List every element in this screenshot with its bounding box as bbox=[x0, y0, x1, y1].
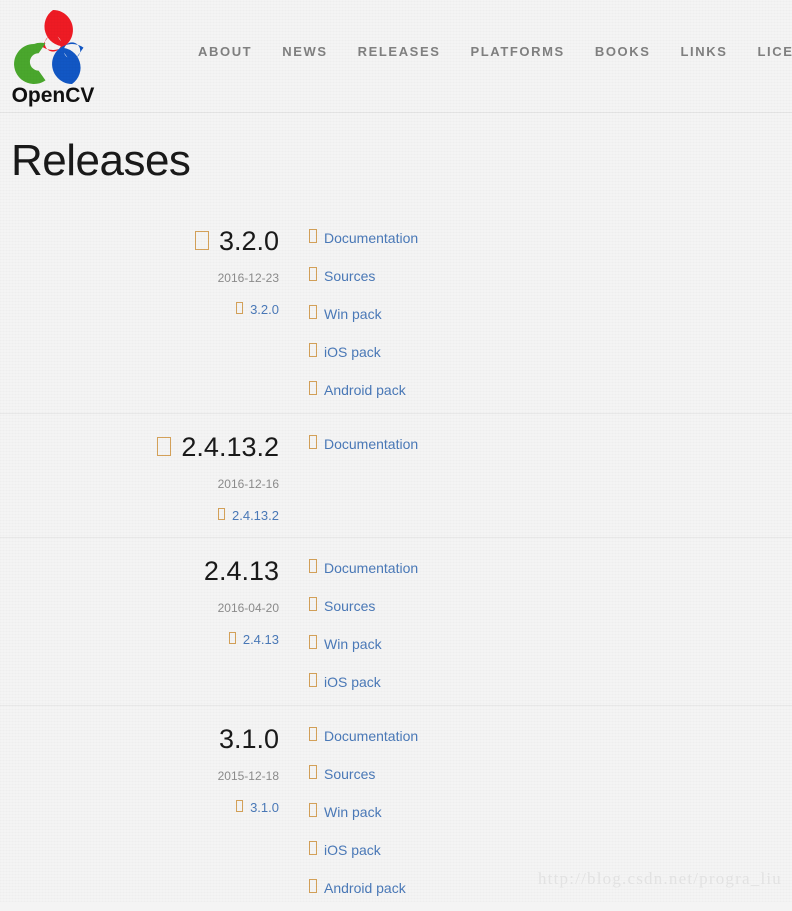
release-tag-link[interactable]: 3.2.0 bbox=[250, 302, 279, 317]
download-link-item: Sources bbox=[309, 597, 792, 613]
release-tag: 3.1.0 bbox=[0, 800, 279, 815]
download-icon bbox=[309, 765, 317, 779]
download-link-item: Documentation bbox=[309, 229, 792, 245]
download-link[interactable]: Documentation bbox=[324, 728, 418, 744]
release-version: 2.4.13 bbox=[0, 556, 279, 587]
download-link-item: iOS pack bbox=[309, 841, 792, 857]
release-version-icon bbox=[157, 437, 171, 456]
nav-item-license[interactable]: LICENSE bbox=[758, 44, 792, 59]
release-version-label: 2.4.13 bbox=[204, 556, 279, 586]
download-icon bbox=[309, 597, 317, 611]
main-navigation: ABOUT NEWS RELEASES PLATFORMS BOOKS LINK… bbox=[198, 44, 792, 59]
page-title: Releases bbox=[11, 136, 190, 186]
download-link[interactable]: Android pack bbox=[324, 880, 406, 896]
download-link-item: Win pack bbox=[309, 803, 792, 819]
download-icon bbox=[309, 381, 317, 395]
release-downloads: Documentation Sources Win pack iOS pack Andr… bbox=[285, 226, 792, 399]
release-row: 3.2.0 2016-12-23 3.2.0 Documentation Sources… bbox=[0, 208, 792, 414]
releases-list: 3.2.0 2016-12-23 3.2.0 Documentation Sources… bbox=[0, 208, 792, 911]
download-icon bbox=[309, 343, 317, 357]
download-link-item: Sources bbox=[309, 267, 792, 283]
nav-item-releases[interactable]: RELEASES bbox=[358, 44, 441, 59]
download-link[interactable]: Sources bbox=[324, 766, 375, 782]
download-link[interactable]: Documentation bbox=[324, 560, 418, 576]
release-tag-icon bbox=[236, 800, 243, 812]
site-header: OpenCV ABOUT NEWS RELEASES PLATFORMS BOO… bbox=[0, 0, 792, 113]
release-date: 2016-12-23 bbox=[0, 271, 279, 285]
release-version: 2.4.13.2 bbox=[0, 432, 279, 463]
release-version: 3.2.0 bbox=[0, 226, 279, 257]
download-icon bbox=[309, 879, 317, 893]
download-icon bbox=[309, 841, 317, 855]
release-tag-link[interactable]: 2.4.13.2 bbox=[232, 508, 279, 523]
release-version-label: 3.2.0 bbox=[219, 226, 279, 256]
release-tag: 2.4.13.2 bbox=[0, 508, 279, 523]
download-link[interactable]: iOS pack bbox=[324, 344, 381, 360]
nav-item-books[interactable]: BOOKS bbox=[595, 44, 651, 59]
release-version-label: 2.4.13.2 bbox=[181, 432, 279, 462]
download-icon bbox=[309, 803, 317, 817]
download-link[interactable]: Win pack bbox=[324, 306, 382, 322]
release-downloads: Documentation Sources Win pack iOS pack bbox=[285, 556, 792, 691]
download-icon bbox=[309, 635, 317, 649]
watermark-text: http://blog.csdn.net/progra_liu bbox=[538, 869, 782, 889]
release-downloads: Documentation bbox=[285, 432, 792, 453]
opencv-logo[interactable]: OpenCV bbox=[7, 3, 99, 107]
download-link[interactable]: Documentation bbox=[324, 436, 418, 452]
release-version: 3.1.0 bbox=[0, 724, 279, 755]
download-icon bbox=[309, 267, 317, 281]
download-link[interactable]: Win pack bbox=[324, 804, 382, 820]
release-summary: 3.1.0 2015-12-18 3.1.0 bbox=[0, 724, 285, 815]
release-summary: 2.4.13.2 2016-12-16 2.4.13.2 bbox=[0, 432, 285, 523]
release-summary: 3.2.0 2016-12-23 3.2.0 bbox=[0, 226, 285, 317]
download-icon bbox=[309, 305, 317, 319]
nav-item-about[interactable]: ABOUT bbox=[198, 44, 252, 59]
release-tag-link[interactable]: 3.1.0 bbox=[250, 800, 279, 815]
nav-item-links[interactable]: LINKS bbox=[681, 44, 728, 59]
download-link-item: iOS pack bbox=[309, 673, 792, 689]
download-link[interactable]: Sources bbox=[324, 598, 375, 614]
opencv-logo-text: OpenCV bbox=[12, 84, 95, 107]
download-link[interactable]: Android pack bbox=[324, 382, 406, 398]
download-link[interactable]: Sources bbox=[324, 268, 375, 284]
download-icon bbox=[309, 435, 317, 449]
download-icon bbox=[309, 229, 317, 243]
release-tag: 2.4.13 bbox=[0, 632, 279, 647]
nav-item-news[interactable]: NEWS bbox=[282, 44, 327, 59]
download-link-item: Win pack bbox=[309, 635, 792, 651]
release-tag-link[interactable]: 2.4.13 bbox=[243, 632, 279, 647]
release-tag-icon bbox=[218, 508, 225, 520]
release-date: 2015-12-18 bbox=[0, 769, 279, 783]
download-icon bbox=[309, 673, 317, 687]
release-date: 2016-12-16 bbox=[0, 477, 279, 491]
release-version-icon bbox=[195, 231, 209, 250]
download-link-item: Documentation bbox=[309, 559, 792, 575]
release-row: 2.4.13.2 2016-12-16 2.4.13.2 Documentation bbox=[0, 414, 792, 538]
download-link-item: Android pack bbox=[309, 381, 792, 397]
release-date: 2016-04-20 bbox=[0, 601, 279, 615]
download-link[interactable]: Documentation bbox=[324, 230, 418, 246]
release-row: 2.4.13 2016-04-20 2.4.13 Documentation Sourc… bbox=[0, 538, 792, 706]
download-link[interactable]: iOS pack bbox=[324, 674, 381, 690]
download-link-item: Sources bbox=[309, 765, 792, 781]
download-link-item: iOS pack bbox=[309, 343, 792, 359]
download-link-item: Documentation bbox=[309, 435, 792, 451]
download-icon bbox=[309, 727, 317, 741]
download-link-item: Win pack bbox=[309, 305, 792, 321]
release-tag: 3.2.0 bbox=[0, 302, 279, 317]
download-icon bbox=[309, 559, 317, 573]
download-link[interactable]: Win pack bbox=[324, 636, 382, 652]
release-tag-icon bbox=[229, 632, 236, 644]
release-summary: 2.4.13 2016-04-20 2.4.13 bbox=[0, 556, 285, 647]
nav-item-platforms[interactable]: PLATFORMS bbox=[471, 44, 565, 59]
release-tag-icon bbox=[236, 302, 243, 314]
download-link-item: Documentation bbox=[309, 727, 792, 743]
opencv-logo-mark: OpenCV bbox=[7, 3, 99, 107]
download-link[interactable]: iOS pack bbox=[324, 842, 381, 858]
release-version-label: 3.1.0 bbox=[219, 724, 279, 754]
